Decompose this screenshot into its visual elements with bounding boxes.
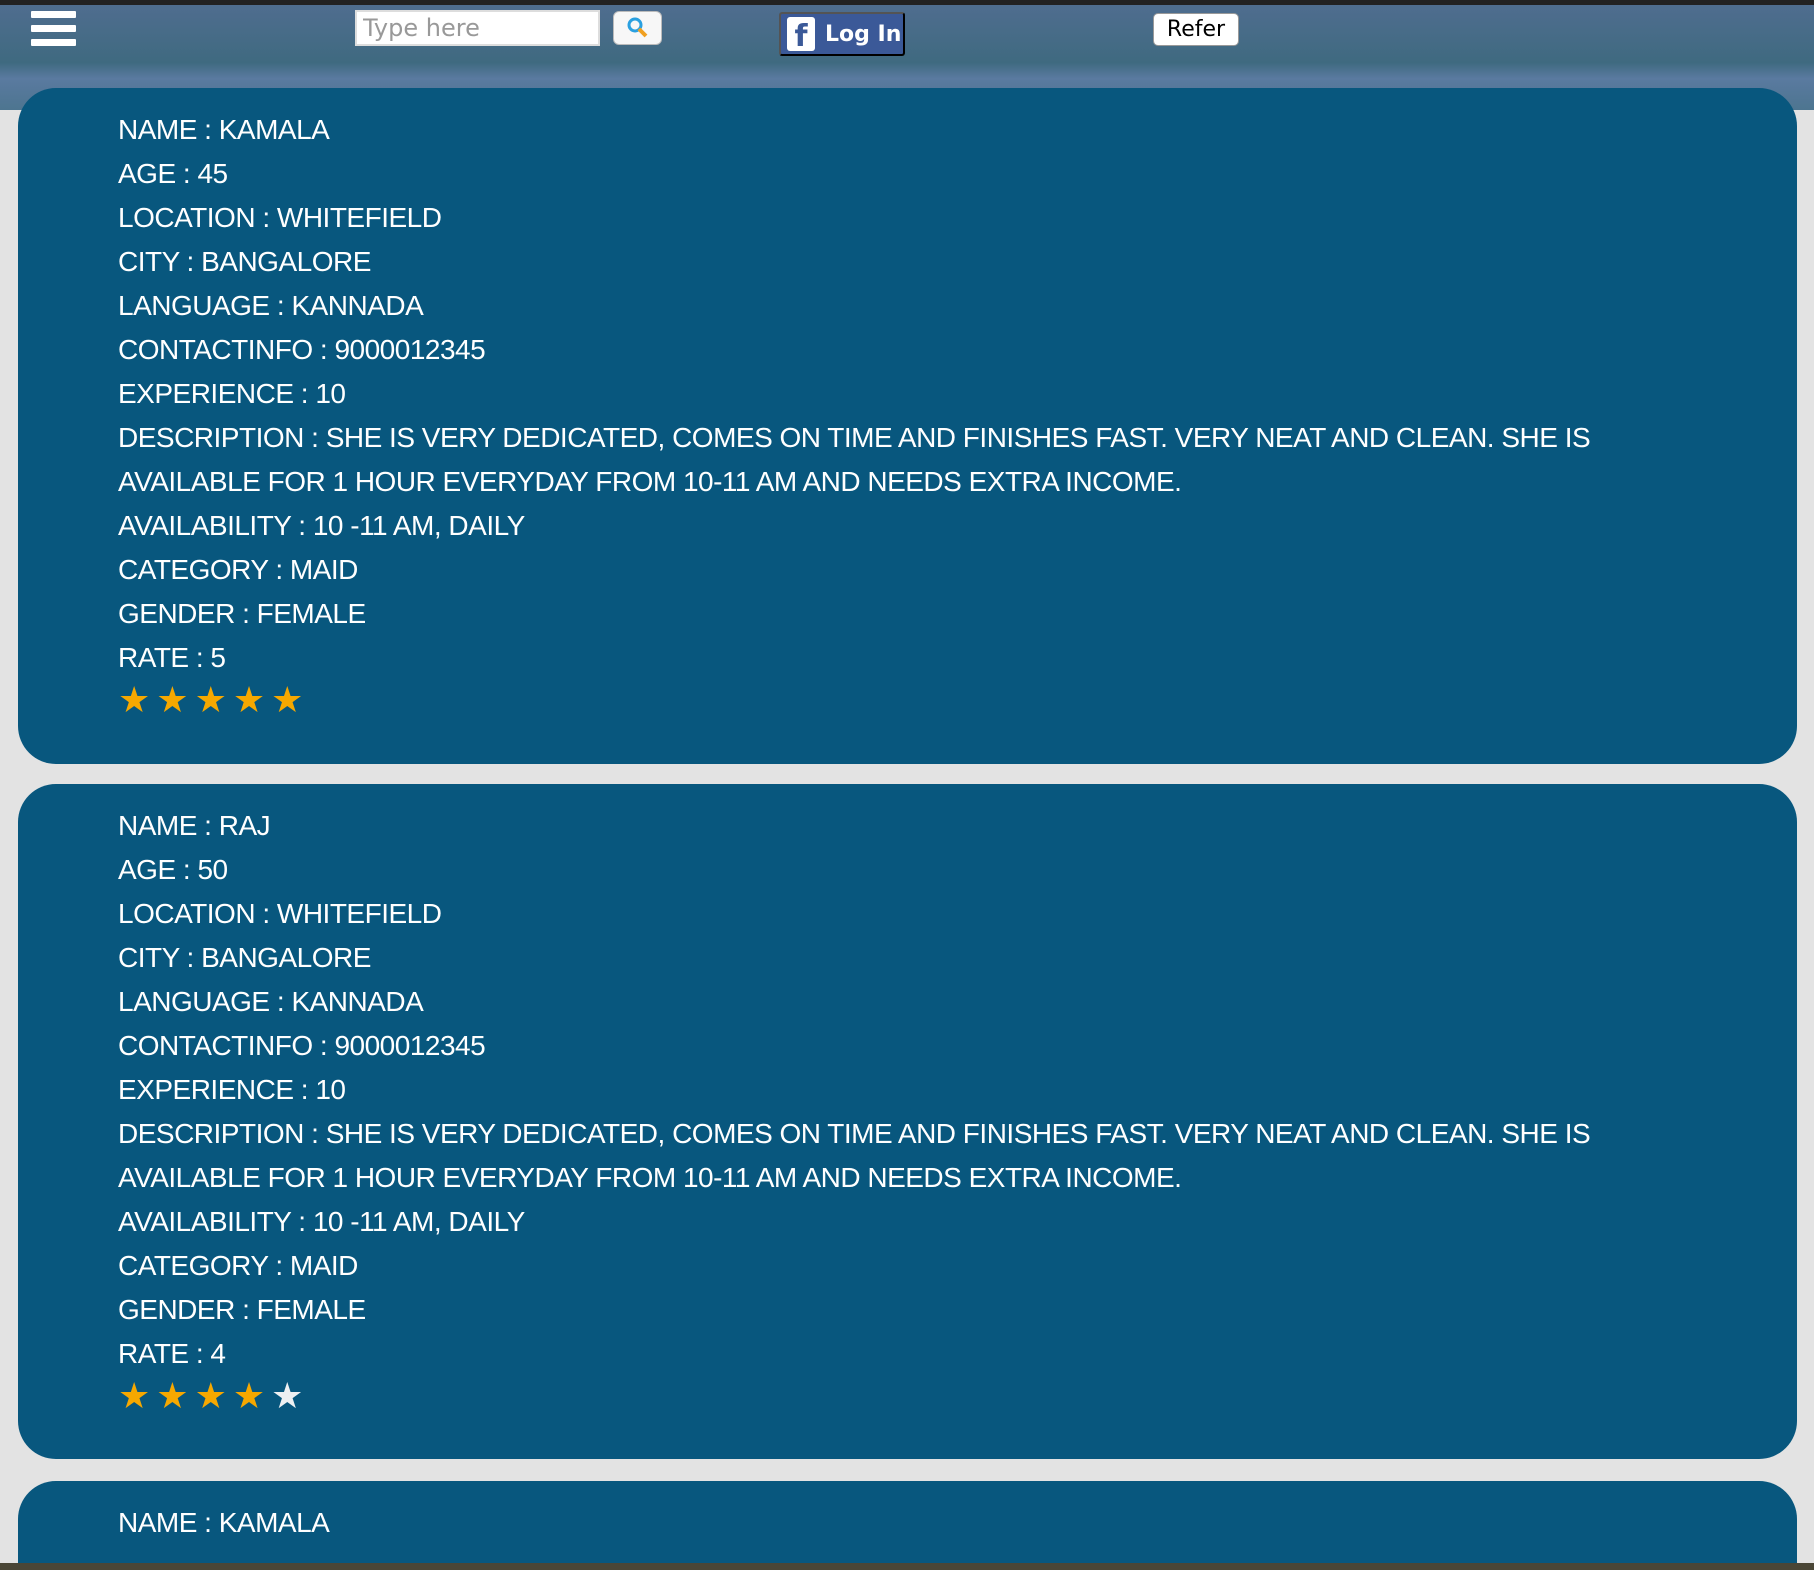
background-strip: [0, 1563, 1814, 1570]
facebook-icon: f: [787, 17, 815, 51]
worker-field: GENDER : FEMALE: [118, 598, 366, 629]
worker-field: GENDER : FEMALE: [118, 1294, 366, 1325]
star-rating: ★ ★ ★ ★ ★: [118, 1378, 1797, 1414]
worker-field: AGE : 50: [118, 854, 228, 885]
star-filled-icon: ★: [194, 1375, 227, 1416]
refer-button[interactable]: Refer: [1153, 13, 1239, 46]
worker-card: NAME : RAJ AGE : 50 LOCATION : WHITEFIELD C…: [18, 784, 1797, 1459]
worker-field: RATE : 4: [118, 1338, 226, 1369]
star-filled-icon: ★: [232, 679, 266, 720]
worker-field: DESCRIPTION : SHE IS VERY DEDICATED, COM…: [118, 1118, 1591, 1193]
worker-field: EXPERIENCE : 10: [118, 378, 346, 409]
worker-field: AVAILABILITY : 10 -11 AM, DAILY: [118, 1206, 525, 1237]
search-button[interactable]: [613, 11, 662, 45]
search-icon: [627, 17, 647, 38]
star-filled-icon: ★: [118, 679, 151, 720]
worker-field: CONTACTINFO : 9000012345: [118, 334, 486, 365]
menu-icon[interactable]: [31, 11, 76, 49]
worker-field: LOCATION : WHITEFIELD: [118, 202, 442, 233]
star-filled-icon: ★: [156, 1375, 189, 1416]
worker-field: CITY : BANGALORE: [118, 246, 371, 277]
worker-field: DESCRIPTION : SHE IS VERY DEDICATED, COM…: [118, 422, 1591, 497]
worker-field: CITY : BANGALORE: [118, 942, 371, 973]
worker-field: LANGUAGE : KANNADA: [118, 290, 424, 321]
worker-card: NAME : KAMALA AGE : 45 LOCATION : WHITEFIE…: [18, 88, 1797, 764]
worker-field: AGE : 45: [118, 158, 228, 189]
worker-field: NAME : RAJ: [118, 810, 271, 841]
star-filled-icon: ★: [194, 679, 227, 720]
star-filled-icon: ★: [232, 1375, 266, 1416]
worker-field: AVAILABILITY : 10 -11 AM, DAILY: [118, 510, 525, 541]
worker-field: LANGUAGE : KANNADA: [118, 986, 424, 1017]
worker-field: NAME : KAMALA: [118, 1507, 330, 1538]
worker-field: CONTACTINFO : 9000012345: [118, 1030, 486, 1061]
facebook-login-button[interactable]: f Log In: [779, 12, 905, 56]
worker-card: NAME : KAMALA: [18, 1481, 1797, 1563]
star-rating: ★ ★ ★ ★ ★: [118, 682, 1797, 718]
worker-field: LOCATION : WHITEFIELD: [118, 898, 442, 929]
star-filled-icon: ★: [271, 679, 304, 720]
star-empty-icon: ★: [271, 1375, 304, 1416]
worker-field: RATE : 5: [118, 642, 226, 673]
search-input[interactable]: [355, 10, 600, 46]
worker-field: CATEGORY : MAID: [118, 554, 358, 585]
star-filled-icon: ★: [156, 679, 189, 720]
star-filled-icon: ★: [118, 1375, 151, 1416]
worker-field: CATEGORY : MAID: [118, 1250, 358, 1281]
login-label: Log In: [825, 21, 902, 47]
worker-field: NAME : KAMALA: [118, 114, 330, 145]
worker-field: EXPERIENCE : 10: [118, 1074, 346, 1105]
